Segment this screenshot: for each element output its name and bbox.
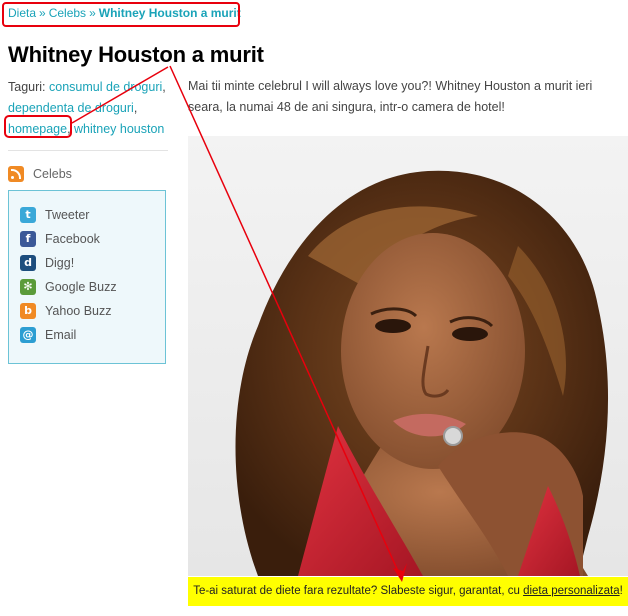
share-item-digg[interactable]: d Digg! bbox=[20, 255, 74, 271]
share-label: Tweeter bbox=[45, 208, 90, 222]
breadcrumb-separator: » bbox=[39, 6, 46, 20]
share-label: Email bbox=[45, 328, 77, 342]
promo-end: ! bbox=[619, 585, 623, 597]
digg-icon: d bbox=[20, 255, 36, 271]
share-label: Facebook bbox=[45, 232, 100, 246]
share-item-google-buzz[interactable]: ✻ Google Buzz bbox=[20, 279, 117, 295]
tags-label: Taguri: bbox=[8, 80, 46, 94]
promo-link[interactable]: dieta personalizata bbox=[523, 585, 620, 597]
tag-link[interactable]: homepage bbox=[8, 122, 67, 136]
breadcrumb: Dieta» Celebs» Whitney Houston a murit bbox=[8, 6, 241, 20]
tag-link[interactable]: dependenta de droguri bbox=[8, 101, 134, 115]
share-box: t Tweeter f Facebook d Digg! ✻ Google Bu… bbox=[8, 190, 166, 364]
share-label: Digg! bbox=[45, 256, 75, 270]
share-item-facebook[interactable]: f Facebook bbox=[20, 231, 100, 247]
article-photo bbox=[188, 136, 628, 576]
category-feed[interactable]: Celebs bbox=[8, 166, 72, 182]
twitter-icon: t bbox=[20, 207, 36, 223]
facebook-icon: f bbox=[20, 231, 36, 247]
promo-bar: Te-ai saturat de diete fara rezultate? S… bbox=[188, 577, 628, 606]
share-label: Yahoo Buzz bbox=[45, 304, 112, 318]
tag-link[interactable]: whitney houston bbox=[74, 122, 164, 136]
rss-icon bbox=[8, 166, 24, 182]
article-intro: Mai tii minte celebrul I will always lov… bbox=[188, 79, 593, 114]
breadcrumb-current: Whitney Houston a murit bbox=[98, 6, 241, 20]
category-label: Celebs bbox=[33, 167, 72, 181]
email-icon: @ bbox=[20, 327, 36, 343]
share-item-twitter[interactable]: t Tweeter bbox=[20, 207, 89, 223]
share-item-email[interactable]: @ Email bbox=[20, 327, 76, 343]
tag-link[interactable]: consumul de droguri bbox=[49, 80, 162, 94]
divider bbox=[8, 150, 168, 151]
share-item-yahoo-buzz[interactable]: b Yahoo Buzz bbox=[20, 303, 111, 319]
google-buzz-icon: ✻ bbox=[20, 279, 36, 295]
page-title: Whitney Houston a murit bbox=[8, 42, 264, 67]
portrait-image bbox=[188, 136, 628, 576]
breadcrumb-separator: » bbox=[89, 6, 96, 20]
promo-text: Te-ai saturat de diete fara rezultate? S… bbox=[193, 585, 520, 597]
yahoo-buzz-icon: b bbox=[20, 303, 36, 319]
tags-list: Taguri: consumul de droguri, dependenta … bbox=[8, 80, 166, 136]
share-label: Google Buzz bbox=[45, 280, 117, 294]
breadcrumb-home-link[interactable]: Dieta bbox=[8, 6, 36, 20]
breadcrumb-category-link[interactable]: Celebs bbox=[49, 6, 86, 20]
